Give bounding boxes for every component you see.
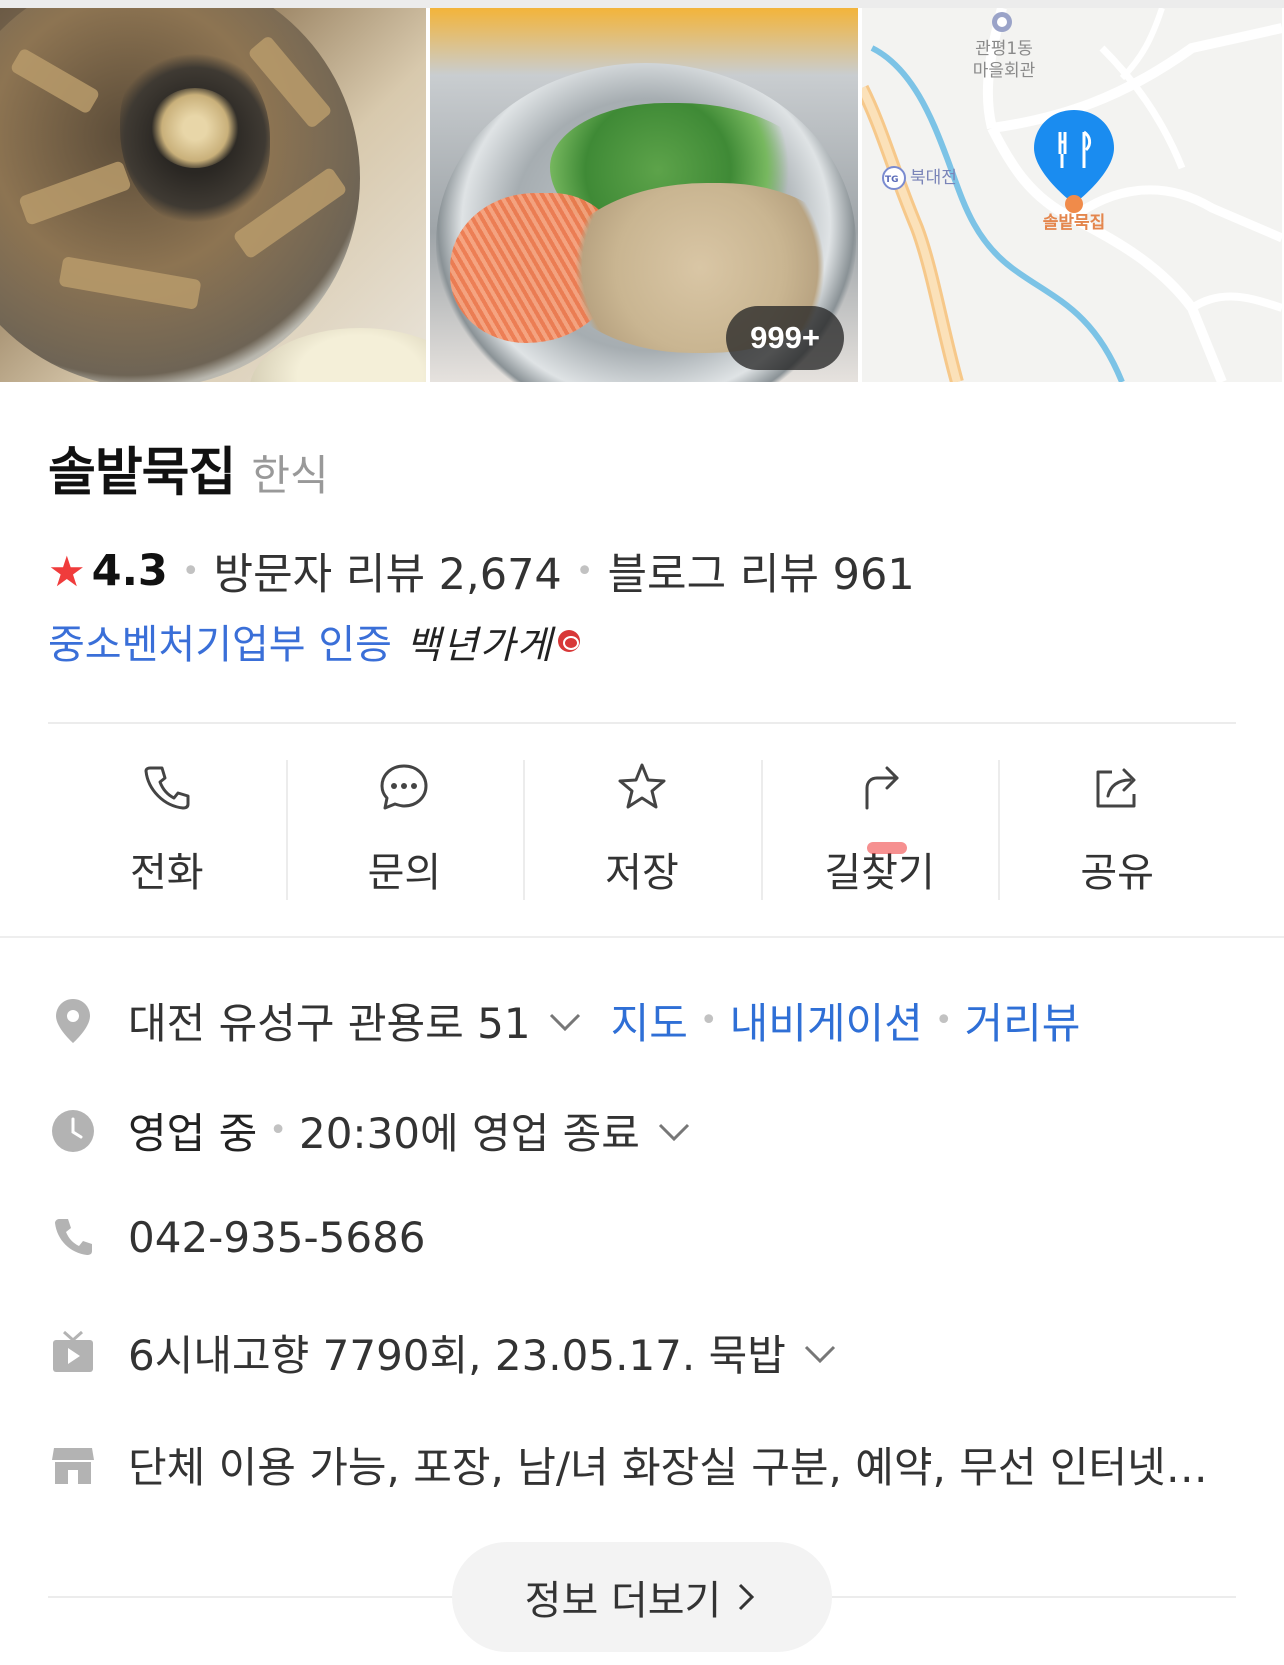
photo-count-badge: 999+ <box>726 306 844 370</box>
directions-button[interactable]: 길찾기 <box>760 760 999 900</box>
amenities-row[interactable]: 단체 이용 가능, 포장, 남/녀 화장실 구분, 예약, 무선 인터넷, 주차 <box>48 1434 1248 1495</box>
share-button[interactable]: 공유 <box>998 760 1236 900</box>
turn-arrow-icon <box>865 766 899 810</box>
phone-icon <box>144 766 190 810</box>
tv-icon <box>48 1328 98 1378</box>
chevron-down-icon[interactable] <box>545 1001 585 1041</box>
separator-dot: • <box>181 553 200 589</box>
certification-row[interactable]: 중소벤처기업부 인증 백년가게 <box>48 612 580 670</box>
closing-time: 20:30에 영업 종료 <box>298 1109 640 1158</box>
map-thumbnail[interactable]: 관평1동 마을회관 TG 북대전 솔밭묵집 <box>862 8 1282 382</box>
map-roads <box>862 8 1282 382</box>
star-icon <box>618 763 666 809</box>
chevron-down-icon[interactable] <box>654 1111 694 1151</box>
photo-strip: 999+ 관평1동 마을회관 TG 북대전 솔밭묵집 <box>0 8 1284 382</box>
tv-appearance-text: 6시내고향 7790회, 23.05.17. 묵밥 <box>128 1331 786 1380</box>
chevron-down-icon[interactable] <box>800 1333 840 1373</box>
separator-dot: • <box>269 1113 287 1148</box>
top-strip <box>0 0 1284 8</box>
hours-row[interactable]: 영업 중 • 20:30에 영업 종료 <box>48 1100 1248 1161</box>
sesame-topping <box>150 88 240 168</box>
map-ic-badge: TG <box>885 175 899 185</box>
visitor-review-link[interactable]: 방문자 리뷰 2,674 <box>214 540 562 602</box>
location-pin-icon <box>48 996 98 1046</box>
clock-icon <box>48 1106 98 1156</box>
star-rating-icon: ★ <box>48 546 86 596</box>
call-button[interactable]: 전화 <box>48 760 286 900</box>
address-text[interactable]: 대전 유성구 관용로 51 <box>128 990 531 1051</box>
phone-icon <box>48 1212 98 1262</box>
certification-text: 중소벤처기업부 인증 <box>48 622 392 668</box>
rating-score: 4.3 <box>91 546 168 596</box>
food-photo-1[interactable] <box>0 8 426 382</box>
tv-appearance-row[interactable]: 6시내고향 7790회, 23.05.17. 묵밥 <box>48 1322 1248 1383</box>
inquiry-button[interactable]: 문의 <box>285 760 524 900</box>
save-label: 저장 <box>605 850 679 896</box>
hundred-year-store-logo: 백년가게 <box>405 622 554 667</box>
phone-row[interactable]: 042-935-5686 <box>48 1212 1248 1262</box>
place-name: 솔밭묵집 <box>48 443 236 503</box>
address-row: 대전 유성구 관용로 51 지도 • 내비게이션 • 거리뷰 <box>48 990 1248 1051</box>
blog-review-link[interactable]: 블로그 리뷰 961 <box>608 540 915 602</box>
rating-row: ★ 4.3 • 방문자 리뷰 2,674 • 블로그 리뷰 961 <box>48 540 915 602</box>
food-photo-2[interactable]: 999+ <box>430 8 858 382</box>
phone-number[interactable]: 042-935-5686 <box>128 1213 426 1262</box>
share-icon <box>1096 768 1136 808</box>
navigation-link[interactable]: 내비게이션 <box>730 990 923 1051</box>
map-pin-label: 솔밭묵집 <box>1042 213 1106 233</box>
map-interchange-label: 북대전 <box>910 168 957 188</box>
inquiry-label: 문의 <box>367 850 442 896</box>
open-status: 영업 중 <box>128 1109 258 1158</box>
section-divider <box>0 936 1284 938</box>
more-info-button[interactable]: 정보 더보기 <box>452 1542 832 1652</box>
separator-dot: • <box>934 1003 953 1038</box>
separator-dot: • <box>575 553 594 589</box>
action-bar: 전화 문의 저장 길찾기 공유 <box>48 760 1236 900</box>
certification-badge-icon <box>557 630 580 652</box>
store-icon <box>48 1440 98 1490</box>
chat-bubble-icon <box>380 764 428 810</box>
chevron-right-icon <box>739 1583 755 1611</box>
amenities-text: 단체 이용 가능, 포장, 남/녀 화장실 구분, 예약, 무선 인터넷, 주차 <box>128 1443 1208 1492</box>
separator-dot: • <box>699 1003 718 1038</box>
map-link[interactable]: 지도 <box>611 990 688 1051</box>
highlight-mark <box>866 842 907 854</box>
more-info-label: 정보 더보기 <box>524 1578 722 1624</box>
share-label: 공유 <box>1080 850 1154 896</box>
divider <box>48 722 1236 724</box>
call-label: 전화 <box>129 850 204 896</box>
street-view-link[interactable]: 거리뷰 <box>965 990 1081 1051</box>
save-button[interactable]: 저장 <box>523 760 761 900</box>
place-header: 솔밭묵집 한식 <box>48 430 329 505</box>
map-landmark-label: 관평1동 마을회관 <box>972 39 1036 81</box>
place-category: 한식 <box>251 451 329 500</box>
